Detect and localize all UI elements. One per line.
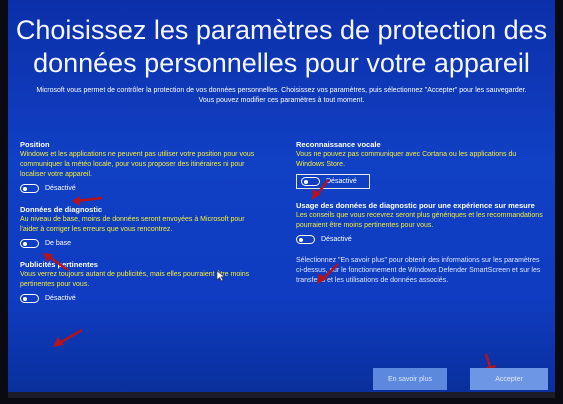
toggle-knob [23,296,27,301]
settings-column-left: Position Windows et les applications ne … [20,140,260,315]
tailored-toggle-row[interactable]: Désactivé [296,235,546,244]
page-title: Choisissez les paramètres de protection … [15,15,548,78]
setting-description: Vous ne pouvez pas communiquer avec Cort… [296,151,517,168]
setting-speech-recognition: Reconnaissance vocale Vous ne pouvez pas… [296,140,546,189]
toggle-label: Désactivé [45,295,76,302]
privacy-settings-screen: Choisissez les paramètres de protection … [8,0,555,398]
toggle-label: Désactivé [45,185,76,192]
annotation-arrow-icon [72,196,103,206]
setting-description: Au niveau de base, moins de données sero… [20,216,245,233]
setting-heading: Usage des données de diagnostic pour une… [296,201,535,210]
accept-button[interactable]: Accepter [470,368,548,390]
setting-heading: Position [20,140,50,149]
toggle-label: Désactivé [326,178,357,185]
setting-description: Les conseils que vous recevrez seront pl… [296,212,543,229]
toggle-knob [299,237,303,242]
toggle-knob [23,186,27,191]
setting-heading: Données de diagnostic [20,205,103,214]
toggle-label: Désactivé [321,236,352,243]
setting-diagnostics: Données de diagnostic Au niveau de base,… [20,205,260,248]
toggle-knob [23,241,27,246]
tailored-toggle[interactable] [296,235,315,244]
ads-toggle-row[interactable]: Désactivé [20,294,260,303]
location-toggle[interactable] [20,184,39,193]
diagnostics-toggle-row[interactable]: De base [20,239,260,248]
annotation-arrow-icon [53,328,83,347]
screen-bezel [8,392,555,398]
setting-heading: Reconnaissance vocale [296,140,381,149]
ads-toggle[interactable] [20,294,39,303]
setting-location: Position Windows et les applications ne … [20,140,260,193]
intro-text: Microsoft vous permet de contrôler la pr… [36,87,527,104]
setting-description: Windows et les applications ne peuvent p… [20,151,255,178]
annotation-arrow-icon [317,263,339,284]
annotation-arrow-icon [43,253,69,272]
annotation-arrow-icon [312,179,329,200]
toggle-label: De base [45,240,72,247]
mouse-pointer-icon [216,270,226,282]
setting-tailored-experiences: Usage des données de diagnostic pour une… [296,201,546,244]
learn-more-button[interactable]: En savoir plus [373,368,447,390]
location-toggle-row[interactable]: Désactivé [20,184,260,193]
diagnostics-toggle[interactable] [20,239,39,248]
